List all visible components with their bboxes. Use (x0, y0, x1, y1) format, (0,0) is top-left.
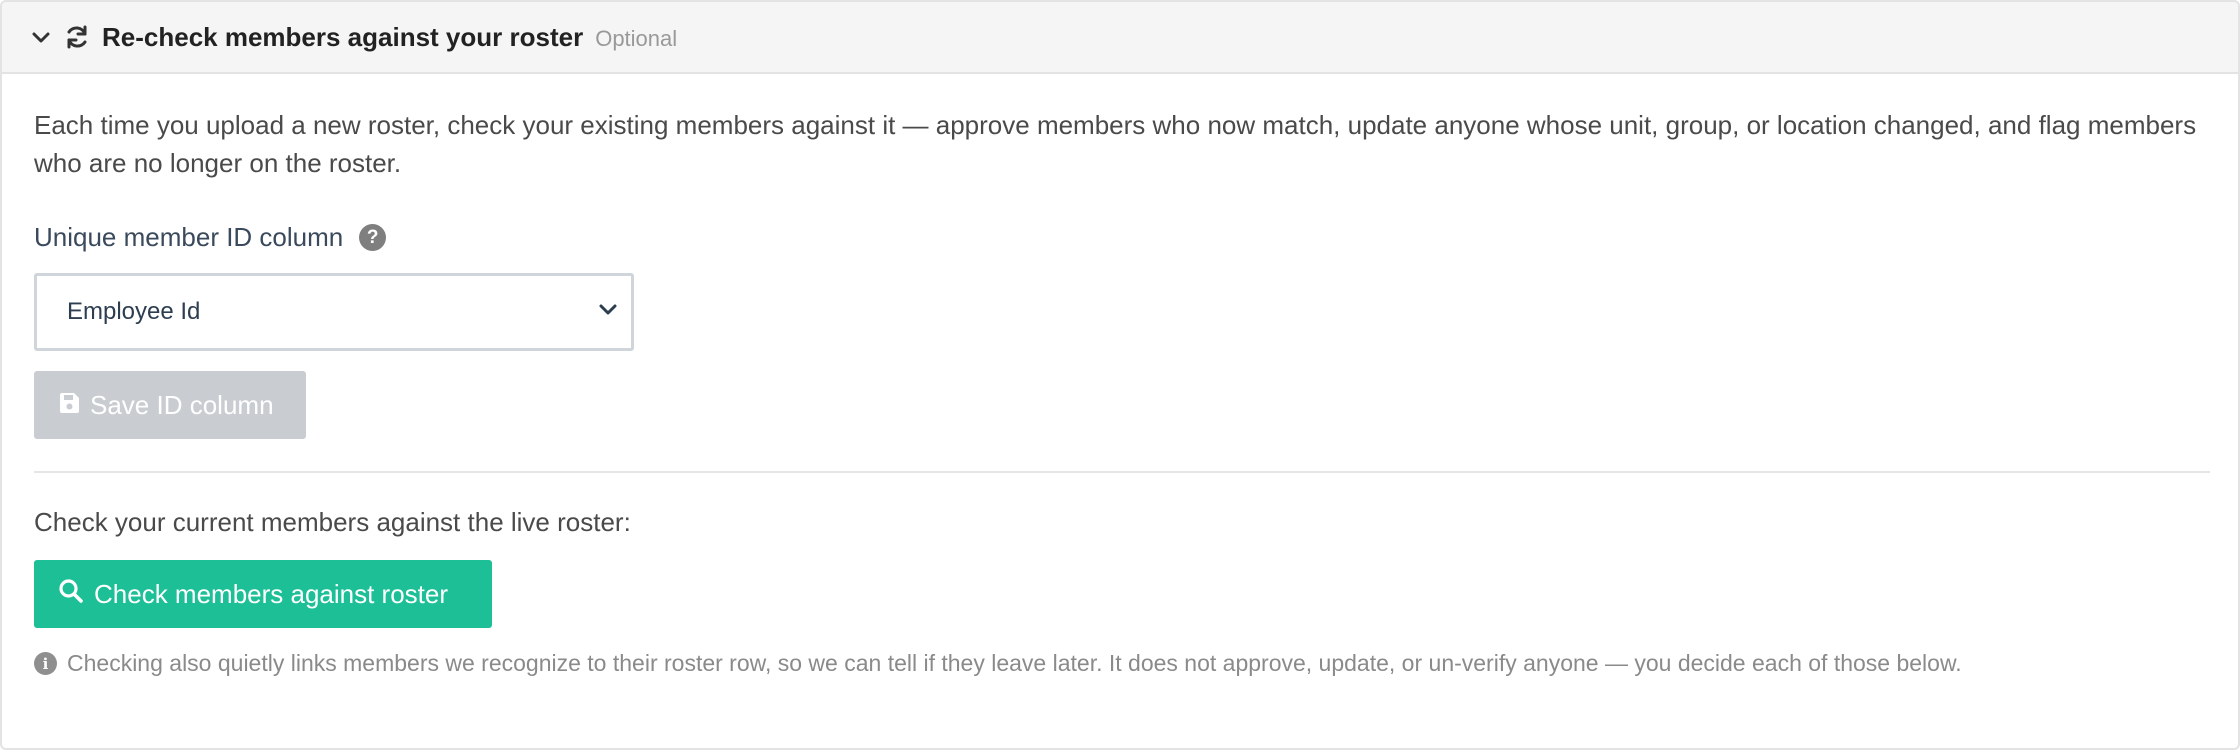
chevron-down-icon (597, 298, 619, 327)
check-members-button[interactable]: Check members against roster (34, 560, 492, 628)
info-icon: i (34, 652, 57, 675)
info-note: i Checking also quietly links members we… (34, 650, 2206, 677)
id-column-label: Unique member ID column (34, 222, 344, 252)
id-column-select[interactable]: Employee Id (34, 273, 634, 351)
help-icon[interactable]: ? (359, 224, 387, 251)
optional-badge: Optional (595, 25, 678, 51)
panel-header[interactable]: Re-check members against your roster Opt… (2, 2, 2238, 74)
panel-title: Re-check members against your roster (102, 21, 584, 52)
search-icon (58, 578, 94, 611)
check-members-label: Check members against roster (94, 578, 449, 609)
recheck-panel: Re-check members against your roster Opt… (0, 0, 2240, 750)
save-icon (58, 390, 90, 421)
save-id-column-label: Save ID column (90, 389, 274, 420)
info-note-text: Checking also quietly links members we r… (67, 650, 1962, 676)
divider (34, 471, 2210, 473)
refresh-icon (64, 24, 90, 50)
save-id-column-button[interactable]: Save ID column (34, 371, 306, 439)
id-column-selected-value: Employee Id (67, 298, 201, 325)
check-label: Check your current members against the l… (34, 507, 631, 537)
id-column-label-row: Unique member ID column ? (34, 222, 2206, 253)
panel-body: Each time you upload a new roster, check… (2, 106, 2238, 677)
chevron-down-icon[interactable] (30, 26, 52, 48)
description-text: Each time you upload a new roster, check… (34, 110, 2197, 178)
